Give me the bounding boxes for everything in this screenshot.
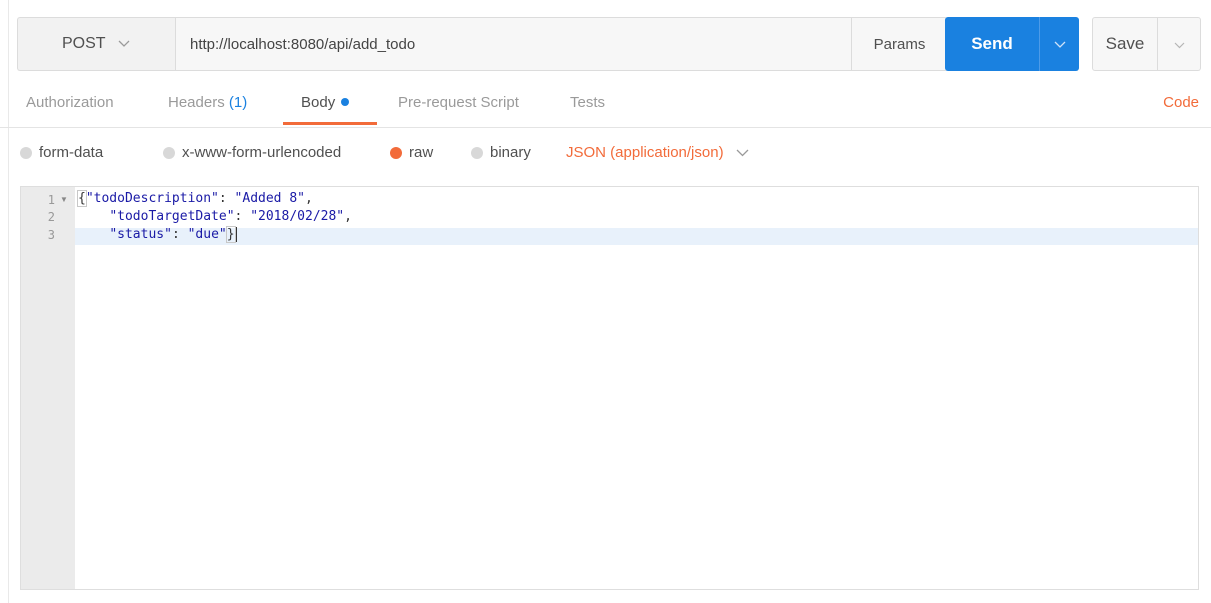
params-label: Params [873, 35, 926, 53]
json-separator: : [218, 191, 235, 206]
send-button[interactable]: Send [945, 17, 1039, 71]
radio-icon [20, 146, 32, 159]
open-brace: { [77, 190, 87, 207]
tab-label: Pre-request Script [398, 94, 519, 111]
json-value: "Added 8" [234, 191, 305, 206]
tab-label: Body [301, 94, 336, 111]
body-editor[interactable]: 1 ▼ 2 3 {"todoDescription": "Added 8", "… [20, 186, 1199, 590]
save-button[interactable]: Save [1092, 17, 1158, 71]
content-type-label: JSON (application/json) [566, 144, 724, 161]
code-link[interactable]: Code [1163, 94, 1199, 111]
tab-authorization[interactable]: Authorization [26, 94, 114, 111]
tab-body[interactable]: Body [301, 94, 350, 111]
line-number: 1 [47, 193, 55, 207]
json-key: "todoTargetDate" [109, 209, 235, 224]
tab-pre-request-script[interactable]: Pre-request Script [398, 94, 519, 111]
code-line: "todoTargetDate": "2018/02/28", [78, 209, 352, 224]
chevron-down-icon [1054, 36, 1066, 52]
method-dropdown[interactable]: POST [17, 17, 175, 71]
radio-raw[interactable]: raw [390, 144, 433, 161]
active-tab-indicator [283, 122, 377, 125]
request-bar: POST Params Send Save [17, 17, 1201, 71]
url-input[interactable] [175, 17, 851, 71]
body-type-options: form-data x-www-form-urlencoded raw bina… [0, 140, 1211, 170]
json-punct: , [305, 191, 313, 206]
text-cursor [235, 227, 237, 242]
json-separator: : [234, 209, 251, 224]
radio-x-www-form-urlencoded[interactable]: x-www-form-urlencoded [163, 144, 341, 161]
headers-count-badge: (1) [228, 94, 248, 111]
json-value: "due" [187, 227, 227, 242]
radio-form-data[interactable]: form-data [20, 144, 103, 161]
radio-label: x-www-form-urlencoded [182, 144, 342, 161]
params-button[interactable]: Params [851, 17, 948, 71]
json-key: "status" [109, 227, 172, 242]
method-label: POST [62, 35, 106, 52]
save-label: Save [1105, 34, 1145, 53]
send-options-button[interactable] [1039, 17, 1079, 71]
code-line: "status": "due"} [78, 226, 237, 243]
json-key: "todoDescription" [85, 191, 219, 206]
json-separator: : [171, 227, 188, 242]
active-line-highlight [75, 228, 1198, 245]
body-modified-dot [341, 98, 350, 107]
line-number-gutter: 1 ▼ 2 3 [21, 187, 75, 589]
radio-label: raw [409, 144, 434, 161]
close-brace: } [225, 226, 236, 243]
radio-label: binary [490, 144, 531, 161]
chevron-down-icon [736, 144, 749, 161]
tab-tests[interactable]: Tests [570, 94, 605, 111]
tab-label: Authorization [26, 94, 114, 111]
request-tabs: Authorization Headers (1) Body Pre-reque… [0, 82, 1211, 128]
json-value: "2018/02/28" [250, 209, 345, 224]
radio-binary[interactable]: binary [471, 144, 531, 161]
tab-label: Headers [168, 94, 225, 111]
line-number: 2 [47, 210, 55, 224]
line-number: 3 [47, 228, 55, 242]
code-line: {"todoDescription": "Added 8", [77, 190, 313, 207]
save-options-button[interactable] [1158, 17, 1201, 71]
chevron-down-icon [118, 35, 130, 53]
tab-headers[interactable]: Headers (1) [168, 94, 247, 111]
send-label: Send [971, 34, 1013, 53]
radio-icon [471, 146, 483, 159]
tab-label: Tests [570, 94, 606, 111]
chevron-down-icon [1174, 36, 1185, 52]
radio-label: form-data [39, 144, 104, 161]
radio-selected-icon [390, 146, 402, 159]
radio-icon [163, 146, 175, 159]
content-type-dropdown[interactable]: JSON (application/json) [566, 144, 749, 161]
fold-arrow-icon[interactable]: ▼ [60, 195, 68, 204]
json-punct: , [344, 209, 352, 224]
